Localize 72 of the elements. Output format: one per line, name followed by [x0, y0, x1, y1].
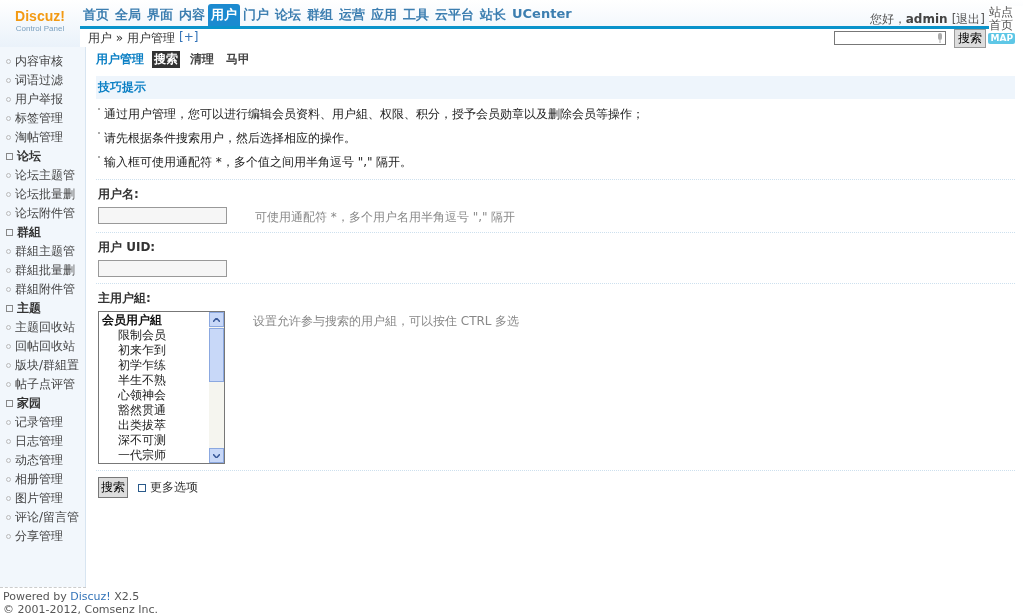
- sidebar-item[interactable]: 内容审核: [0, 52, 85, 71]
- nav-tab[interactable]: 论坛: [272, 4, 304, 26]
- copyright-text: © 2001-2012, Comsenz Inc.: [3, 603, 159, 614]
- nav-tab[interactable]: 首页: [80, 4, 112, 26]
- nav-tab[interactable]: 云平台: [432, 4, 477, 26]
- sub-tab[interactable]: 马甲: [224, 51, 252, 68]
- sidebar-item[interactable]: 分享管理: [0, 527, 85, 546]
- field-label: 用户名:: [97, 186, 140, 203]
- nav-tab[interactable]: 全局: [112, 4, 144, 26]
- input-field[interactable]: [98, 207, 227, 224]
- microphone-icon: [937, 33, 944, 43]
- tip-text: 请先根据条件搜索用户，然后选择相应的操作。: [104, 130, 356, 147]
- field-hint: 设置允许参与搜索的用户組，可以按住 CTRL 多选: [253, 313, 520, 330]
- sidebar-item[interactable]: 记录管理: [0, 413, 85, 432]
- nav-tab[interactable]: 内容: [176, 4, 208, 26]
- powered-by-text: Powered by Discuz! X2.5: [3, 590, 140, 603]
- nav-tab[interactable]: 站长: [477, 4, 509, 26]
- nav-tab[interactable]: 运营: [336, 4, 368, 26]
- sidebar-item[interactable]: 版块/群組置: [0, 356, 85, 375]
- sidebar-item[interactable]: 用户举报: [0, 90, 85, 109]
- nav-tab[interactable]: 界面: [144, 4, 176, 26]
- logout-link[interactable]: [退出]: [951, 10, 985, 28]
- sidebar-item[interactable]: 评论/留言管: [0, 508, 85, 527]
- sub-tab[interactable]: 搜索: [152, 51, 180, 68]
- logo-text: Discuz!: [15, 8, 65, 24]
- group-listbox[interactable]: 会员用户組 限制会员 初来乍到 初学乍练 半生不熟 心领神会 豁然贯通 出类拔萃 深不可测 一代宗师: [98, 311, 225, 464]
- sidebar-item[interactable]: 标签管理: [0, 109, 85, 128]
- nav-tab[interactable]: 用户: [208, 4, 240, 26]
- sidebar-group[interactable]: 家园: [0, 394, 85, 413]
- site-home-link[interactable]: 站点首页: [989, 6, 1023, 32]
- search-submit-button[interactable]: 搜索: [98, 477, 128, 498]
- breadcrumb: 用户 » 用户管理: [88, 29, 175, 47]
- tip-text: 通过用户管理，您可以进行编辑会员资料、用户組、权限、积分，授予会员勋章以及删除会员等操作；: [104, 106, 644, 123]
- add-shortcut-link[interactable]: [+]: [179, 29, 199, 47]
- scroll-down-icon[interactable]: [209, 448, 224, 463]
- tips-heading: 技巧提示: [96, 76, 1015, 99]
- sidebar-item[interactable]: 回帖回收站: [0, 337, 85, 356]
- sidebar-item[interactable]: 群組主题管: [0, 242, 85, 261]
- sidebar-item[interactable]: 群組批量删: [0, 261, 85, 280]
- more-options-checkbox[interactable]: 更多选项: [138, 479, 198, 496]
- search-field[interactable]: [834, 31, 947, 45]
- sidebar-item[interactable]: 淘帖管理: [0, 128, 85, 147]
- nav-tab[interactable]: UCenter: [509, 4, 575, 26]
- sidebar-group[interactable]: 主题: [0, 299, 85, 318]
- nav-tab[interactable]: 门户: [240, 4, 272, 26]
- sidebar-item[interactable]: 论坛主题管: [0, 166, 85, 185]
- field-label: 主用户組:: [97, 290, 152, 307]
- input-field[interactable]: [98, 260, 227, 277]
- scroll-thumb[interactable]: [209, 328, 224, 382]
- sidebar-item[interactable]: 日志管理: [0, 432, 85, 451]
- nav-tab[interactable]: 工具: [400, 4, 432, 26]
- sidebar-item[interactable]: 动态管理: [0, 451, 85, 470]
- sidebar-item[interactable]: 相册管理: [0, 470, 85, 489]
- field-label: 用户 UID:: [97, 239, 157, 256]
- sidebar-group[interactable]: 论坛: [0, 147, 85, 166]
- sidebar-item[interactable]: 帖子点评管: [0, 375, 85, 394]
- nav-tab[interactable]: 应用: [368, 4, 400, 26]
- sidebar-item[interactable]: 论坛批量删: [0, 185, 85, 204]
- scroll-up-icon[interactable]: [209, 312, 224, 327]
- logo-subtitle: Control Panel: [15, 24, 65, 33]
- nav-tab[interactable]: 群组: [304, 4, 336, 26]
- sidebar-item[interactable]: 词语过滤: [0, 71, 85, 90]
- tip-text: 输入框可使用通配符 *，多个值之间用半角逗号 "," 隔开。: [104, 154, 413, 171]
- page-title: 用户管理: [96, 51, 144, 68]
- greeting: 您好，admin: [869, 10, 948, 28]
- field-hint: 可使用通配符 *，多个用户名用半角逗号 "," 隔开: [255, 209, 516, 226]
- sub-tab[interactable]: 清理: [188, 51, 216, 68]
- sidebar-item[interactable]: 图片管理: [0, 489, 85, 508]
- sidebar-group[interactable]: 群組: [0, 223, 85, 242]
- sidebar-item[interactable]: 主题回收站: [0, 318, 85, 337]
- sidebar-item[interactable]: 论坛附件管: [0, 204, 85, 223]
- sidebar-item[interactable]: 群組附件管: [0, 280, 85, 299]
